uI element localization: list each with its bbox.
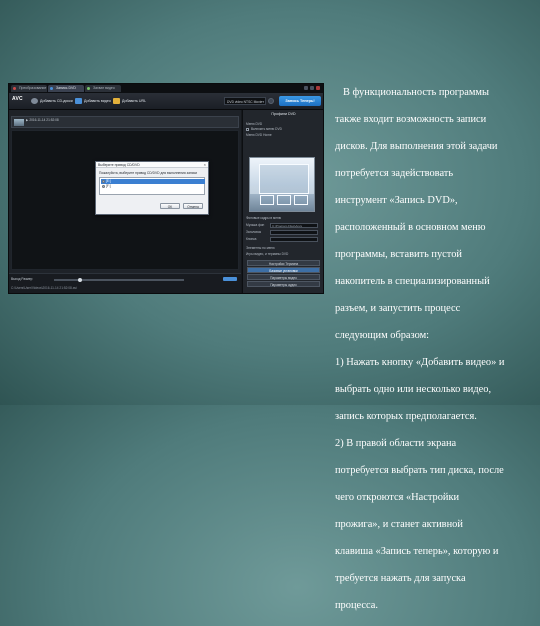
text-line: В функциональность программы <box>343 86 489 98</box>
field-label: Кнопка <box>246 237 257 241</box>
convert-icon <box>13 87 16 90</box>
close-icon[interactable]: × <box>204 162 206 168</box>
text-line: клавиша «Запись теперь», которую и <box>335 545 499 557</box>
camera-icon <box>87 87 90 90</box>
tab-burn-settings[interactable]: Настройки Термина <box>247 260 320 266</box>
link-icon <box>113 98 120 104</box>
tab-audio-params[interactable]: Параметры аудио <box>247 281 320 287</box>
text-line: 2) В правой области экрана <box>335 437 457 449</box>
preview-thumb <box>294 195 308 205</box>
drive-select-dialog: Выберите привод CD/DVD × Пожалуйста, выб… <box>95 161 209 215</box>
cancel-button[interactable]: Отмена <box>183 203 203 209</box>
tab-video-params[interactable]: Параметры видео <box>247 274 320 280</box>
text-line: процесса. <box>335 599 378 611</box>
app-logo: AVC <box>12 96 23 102</box>
drive-item[interactable]: [F:] <box>101 184 205 189</box>
record-now-button[interactable]: Запись Теперь! <box>279 96 321 106</box>
video-thumbnail <box>14 119 24 126</box>
preview-thumb <box>260 195 274 205</box>
file-info: ▶ 2016-11-14 21:52:08 <box>26 118 59 122</box>
output-size-slider[interactable] <box>54 277 184 282</box>
disc-icon <box>50 87 53 90</box>
slider-handle[interactable] <box>78 277 82 282</box>
add-video-button[interactable]: Добавить видео <box>75 96 111 106</box>
tab-dvd-burn[interactable]: Запись DVD <box>48 85 84 92</box>
app-tab-bar: Преобразование Запись DVD Захват видео <box>9 84 323 93</box>
field-label: Заголовок <box>246 230 261 234</box>
text-line: разъем, и запустить процесс <box>335 302 461 314</box>
text-line: инструмент «Запись DVD», <box>335 194 458 206</box>
app-screenshot: Преобразование Запись DVD Захват видео A… <box>8 83 324 294</box>
maximize-button[interactable] <box>310 86 314 90</box>
minimize-button[interactable] <box>304 86 308 90</box>
output-bar: Выход Размер C:\Users\User\Videos\2016-1… <box>9 273 241 293</box>
tab-convert[interactable]: Преобразование <box>11 85 47 92</box>
file-row[interactable]: ▶ 2016-11-14 21:52:08 <box>11 116 239 128</box>
disc-icon <box>102 180 105 183</box>
settings-icon[interactable] <box>268 98 274 104</box>
text-line: чего откроются «Настройки <box>335 491 460 503</box>
profile-select[interactable]: DVD video NTSC Movie ▾ <box>224 97 266 105</box>
toolbar: AVC Добавить CD-диски Добавить видео Доб… <box>9 93 323 110</box>
drive-list: [E:] [F:] <box>99 177 205 195</box>
dvd-terms-label: Игры видео, и термины DVD <box>246 252 289 256</box>
field-label: Музыка фон <box>246 223 265 227</box>
chevron-down-icon: ▾ <box>262 100 264 104</box>
tab-basic-settings[interactable]: Базовые установки <box>247 267 320 273</box>
output-size-label: Выход Размер <box>11 277 33 281</box>
text-line: следующим образом: <box>335 329 430 341</box>
slide: Преобразование Запись DVD Захват видео A… <box>0 0 540 611</box>
output-path: C:\Users\User\Videos\2016-11-14 21:52:08… <box>11 286 77 290</box>
add-cd-button[interactable]: Добавить CD-диски <box>31 96 73 106</box>
text-line: выбрать одно или несколько видео, <box>335 383 492 395</box>
music-field[interactable]: C:\Program Files\Anvs <box>270 223 318 228</box>
menu-elements-label: Элементы по меню <box>246 246 275 250</box>
film-icon <box>75 98 82 104</box>
window-controls <box>304 86 320 91</box>
dvd-menu-preview <box>249 157 315 212</box>
tab-capture[interactable]: Захват видео <box>85 85 121 92</box>
disc-icon <box>102 185 105 188</box>
description-text: В функциональность программы также входи… <box>335 72 531 626</box>
folder-button[interactable] <box>223 277 237 281</box>
ok-button[interactable]: OK <box>160 203 180 209</box>
text-line: накопитель в специализированный <box>335 275 490 287</box>
menu-home-label: Меню DVD Home <box>246 133 272 137</box>
dvd-profile-panel: Профили DVD Меню DVD Включить меню DVD М… <box>242 110 323 293</box>
enable-menu-checkbox[interactable] <box>246 128 249 131</box>
text-line: дисков. Для выполнения этой задачи <box>335 140 498 152</box>
text-line: потребуется выбрать тип диска, после <box>335 464 504 476</box>
dialog-message: Пожалуйста, выберите привод CD/DVD для в… <box>99 171 198 175</box>
text-line: прожига», и станет активной <box>335 518 463 530</box>
close-button[interactable] <box>316 86 320 90</box>
text-line: также входит возможность записи <box>335 113 487 125</box>
text-line: программы, вставить пустой <box>335 248 462 260</box>
title-field[interactable] <box>270 230 318 235</box>
text-line: запись которых предполагается. <box>335 410 477 422</box>
preview-frame <box>259 164 309 194</box>
text-line: расположенный в основном меню <box>335 221 486 233</box>
dialog-title: Выберите привод CD/DVD <box>96 162 208 168</box>
enable-menu-label: Включить меню DVD <box>251 127 282 131</box>
button-field[interactable] <box>270 237 318 242</box>
add-url-button[interactable]: Добавить URL <box>113 96 146 106</box>
text-line: 1) Нажать кнопку «Добавить видео» и <box>335 356 505 368</box>
field-label: Фоновые кадры в меню <box>246 216 282 220</box>
disc-icon <box>31 98 38 104</box>
panel-title: Профили DVD <box>271 112 296 116</box>
text-line: требуется нажать для запуска <box>335 572 466 584</box>
dvd-menu-label: Меню DVD <box>246 122 263 126</box>
preview-thumb <box>277 195 291 205</box>
text-line: потребуется задействовать <box>335 167 454 179</box>
